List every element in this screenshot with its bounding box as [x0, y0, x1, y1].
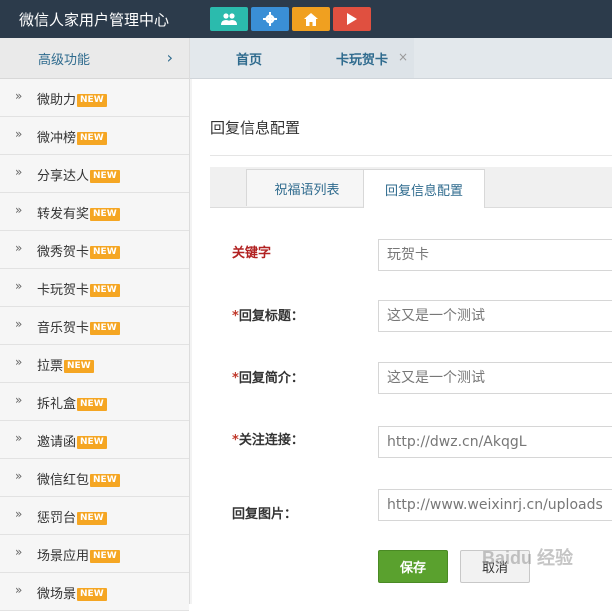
sidebar-item[interactable]: » 微秀贺卡 NEW [0, 231, 189, 269]
tab-bar: 首页 卡玩贺卡 × [190, 38, 612, 79]
save-button[interactable]: 保存 [378, 550, 448, 583]
new-badge: NEW [77, 512, 107, 525]
keyword-input[interactable]: 玩贺卡 [378, 239, 612, 271]
sidebar-heading[interactable]: 高级功能 › [0, 38, 189, 79]
double-chevron-icon: » [15, 89, 23, 103]
config-panel: 回复信息配置 祝福语列表 回复信息配置 关键字 玩贺卡 *回复标题： 这又是一个… [192, 79, 612, 604]
app-title: 微信人家用户管理中心 [19, 11, 170, 29]
reply-summary-input[interactable]: 这又是一个测试 [378, 362, 612, 394]
reply-title-label: *回复标题： [232, 309, 304, 324]
sidebar-item[interactable]: » 惩罚台 NEW [0, 497, 189, 535]
new-badge: NEW [90, 208, 120, 221]
follow-link-input[interactable]: http://dwz.cn/AkqgL [378, 426, 612, 458]
double-chevron-icon: » [15, 507, 23, 521]
top-header: 微信人家用户管理中心 [0, 0, 612, 38]
sidebar-item-label: 分享达人 NEW [37, 165, 120, 184]
subtab-greeting-list[interactable]: 祝福语列表 [246, 169, 368, 206]
sidebar-item[interactable]: » 拉票 NEW [0, 345, 189, 383]
new-badge: NEW [77, 132, 107, 145]
double-chevron-icon: » [15, 431, 23, 445]
tab-active[interactable]: 卡玩贺卡 × [310, 38, 414, 78]
subtab-bar: 祝福语列表 回复信息配置 [210, 167, 612, 208]
divider [210, 155, 612, 156]
sidebar-item[interactable]: » 微冲榜 NEW [0, 117, 189, 155]
sidebar-item[interactable]: » 邀请函 NEW [0, 421, 189, 459]
users-icon [221, 13, 237, 25]
sidebar-item-label: 惩罚台 NEW [37, 507, 107, 526]
play-button[interactable] [333, 7, 371, 31]
gear-icon [263, 12, 277, 26]
sidebar-list: » 微助力 NEW » 微冲榜 NEW » 分享达人 NEW » 转发有奖 NEW » 微秀贺卡 NEW » 卡… [0, 79, 189, 611]
sidebar-item[interactable]: » 场景应用 NEW [0, 535, 189, 573]
sidebar-item-label: 微冲榜 NEW [37, 127, 107, 146]
sidebar-item-label: 微信红包 NEW [37, 469, 120, 488]
double-chevron-icon: » [15, 241, 23, 255]
play-icon [347, 13, 357, 25]
sidebar-item[interactable]: » 卡玩贺卡 NEW [0, 269, 189, 307]
reply-summary-label: *回复简介： [232, 371, 304, 386]
sidebar-item-label: 音乐贺卡 NEW [37, 317, 120, 336]
sidebar-item[interactable]: » 分享达人 NEW [0, 155, 189, 193]
new-badge: NEW [90, 284, 120, 297]
new-badge: NEW [77, 398, 107, 411]
sidebar-item-label: 拉票 NEW [37, 355, 94, 374]
panel-title: 回复信息配置 [210, 119, 301, 137]
new-badge: NEW [64, 360, 94, 373]
sidebar: 高级功能 › » 微助力 NEW » 微冲榜 NEW » 分享达人 NEW » 转发有奖 NEW » 微秀… [0, 38, 190, 611]
reply-image-input[interactable]: http://www.weixinrj.cn/uploads [378, 489, 612, 521]
main-area: 回复信息配置 祝福语列表 回复信息配置 关键字 玩贺卡 *回复标题： 这又是一个… [190, 79, 612, 604]
double-chevron-icon: » [15, 545, 23, 559]
new-badge: NEW [90, 246, 120, 259]
sidebar-item[interactable]: » 音乐贺卡 NEW [0, 307, 189, 345]
double-chevron-icon: » [15, 279, 23, 293]
new-badge: NEW [77, 588, 107, 601]
sidebar-item[interactable]: » 微场景 NEW [0, 573, 189, 611]
sidebar-item-label: 邀请函 NEW [37, 431, 107, 450]
home-button[interactable] [292, 7, 330, 31]
new-badge: NEW [90, 474, 120, 487]
close-icon[interactable]: × [398, 50, 408, 64]
sidebar-item-label: 拆礼盒 NEW [37, 393, 107, 412]
new-badge: NEW [77, 94, 107, 107]
follow-link-label: *关注连接： [232, 433, 304, 448]
new-badge: NEW [77, 436, 107, 449]
new-badge: NEW [90, 550, 120, 563]
reply-title-input[interactable]: 这又是一个测试 [378, 300, 612, 332]
settings-button[interactable] [251, 7, 289, 31]
home-icon [304, 12, 318, 26]
sidebar-item-label: 微助力 NEW [37, 89, 107, 108]
double-chevron-icon: » [15, 165, 23, 179]
sidebar-item-label: 微场景 NEW [37, 583, 107, 602]
sidebar-item[interactable]: » 微信红包 NEW [0, 459, 189, 497]
double-chevron-icon: » [15, 355, 23, 369]
new-badge: NEW [90, 322, 120, 335]
tab-active-label: 卡玩贺卡 [335, 52, 388, 68]
sidebar-item-label: 转发有奖 NEW [37, 203, 120, 222]
double-chevron-icon: » [15, 127, 23, 141]
sidebar-heading-label: 高级功能 [38, 53, 91, 68]
users-button[interactable] [210, 7, 248, 31]
double-chevron-icon: » [15, 393, 23, 407]
sidebar-item-label: 卡玩贺卡 NEW [37, 279, 120, 298]
double-chevron-icon: » [15, 203, 23, 217]
keyword-label: 关键字 [232, 246, 272, 261]
watermark: Baidu 经验 [482, 548, 574, 568]
reply-image-label: 回复图片： [232, 507, 298, 522]
sidebar-item[interactable]: » 转发有奖 NEW [0, 193, 189, 231]
new-badge: NEW [90, 170, 120, 183]
sidebar-item[interactable]: » 微助力 NEW [0, 79, 189, 117]
chevron-right-icon: › [166, 48, 173, 67]
double-chevron-icon: » [15, 469, 23, 483]
double-chevron-icon: » [15, 317, 23, 331]
sidebar-item-label: 微秀贺卡 NEW [37, 241, 120, 260]
sidebar-item[interactable]: » 拆礼盒 NEW [0, 383, 189, 421]
sidebar-item-label: 场景应用 NEW [37, 545, 120, 564]
subtab-reply-config[interactable]: 回复信息配置 [363, 169, 485, 208]
double-chevron-icon: » [15, 583, 23, 597]
tab-home[interactable]: 首页 [190, 38, 308, 78]
